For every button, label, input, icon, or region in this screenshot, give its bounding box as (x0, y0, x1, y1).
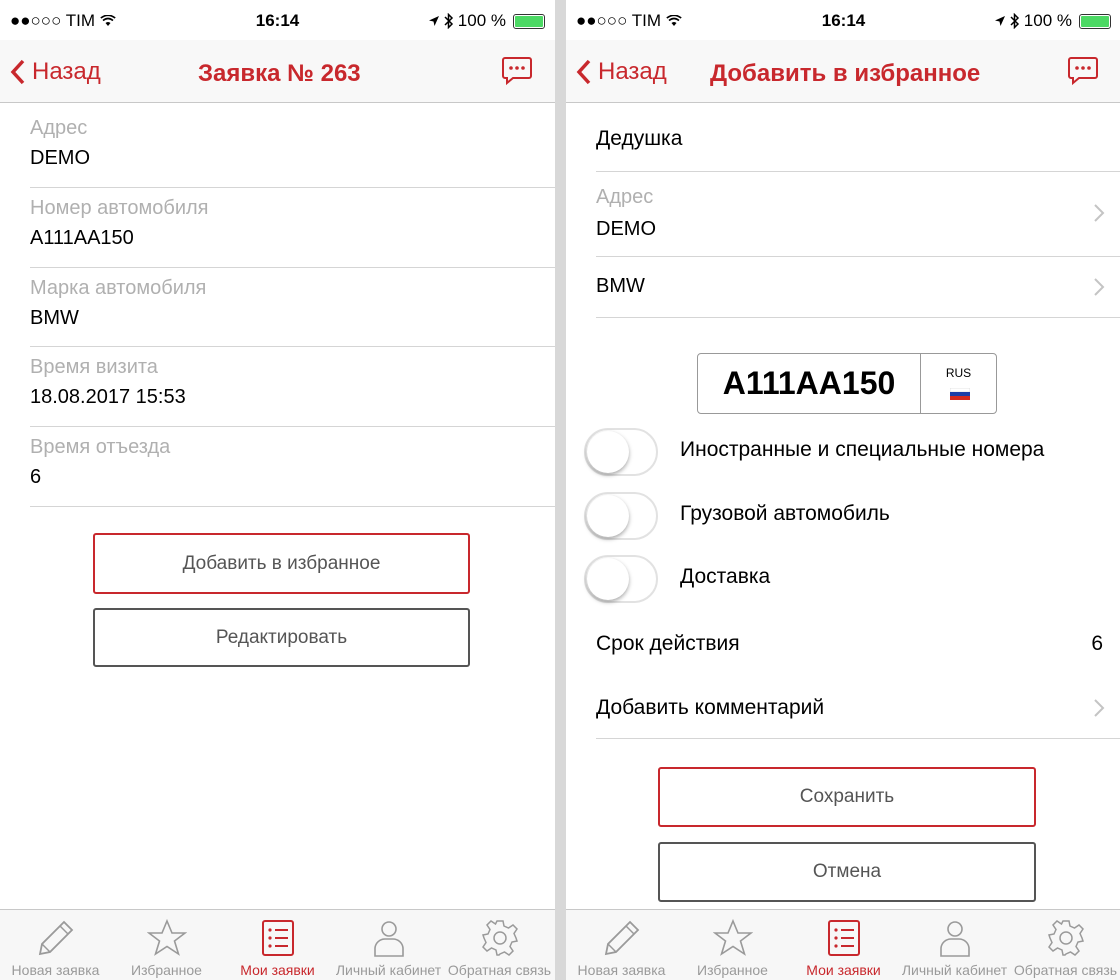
field-value: А111АА150 (30, 227, 134, 249)
field-value: 6 (30, 466, 42, 488)
field-label: Марка автомобиля (30, 277, 207, 299)
field-value: 18.08.2017 15:53 (30, 386, 186, 408)
tab-new-request[interactable]: Новая заявка (566, 910, 677, 980)
field-label: Номер автомобиля (30, 197, 209, 219)
field-label: Время отъезда (30, 436, 171, 458)
favorite-name-field[interactable]: Дедушка (596, 103, 1120, 172)
back-label: Назад (598, 58, 667, 85)
cancel-button[interactable]: Отмена (658, 842, 1036, 902)
tab-account[interactable]: Личный кабинет (899, 910, 1010, 980)
tab-my-requests[interactable]: Мои заявки (788, 910, 899, 980)
status-bar: ●●○○○ TIM 16:14 100 % (0, 0, 555, 40)
star-icon (146, 918, 187, 956)
toggle-label: Иностранные и специальные номера (680, 438, 1045, 461)
navigation-bar: Назад Заявка № 263 (0, 40, 555, 103)
add-to-favorites-button[interactable]: Добавить в избранное (93, 533, 470, 594)
plate-number: А111АА150 (722, 365, 896, 401)
chevron-left-icon (10, 59, 25, 85)
field-value: DEMO (30, 147, 90, 169)
star-icon (712, 918, 753, 956)
save-button[interactable]: Сохранить (658, 767, 1036, 827)
car-brand-row[interactable]: BMW (596, 256, 1120, 318)
bluetooth-icon (444, 13, 453, 29)
add-favorite-screen: ●●○○○ TIM 16:14 100 % Назад Добавить в и… (566, 0, 1120, 980)
tab-new-request[interactable]: Новая заявка (0, 910, 111, 980)
gear-icon (481, 920, 518, 956)
address-label: Адрес (596, 186, 654, 208)
chevron-right-icon (1094, 278, 1105, 296)
tab-bar: Новая заявка Избранное Мои заявки Личный… (0, 909, 555, 980)
validity-value: 6 (1091, 632, 1103, 655)
chat-icon[interactable] (1067, 56, 1099, 86)
battery-icon (1079, 13, 1111, 29)
person-icon (939, 921, 970, 957)
tab-feedback[interactable]: Обратная связь (444, 910, 555, 980)
toggle-truck[interactable] (584, 492, 658, 540)
back-button[interactable]: Назад (576, 58, 667, 86)
field-car-brand: Марка автомобиля BMW (30, 267, 555, 347)
tab-account[interactable]: Личный кабинет (333, 910, 444, 980)
request-details-screen: ●●○○○ TIM 16:14 100 % Назад Заявка № 263… (0, 0, 555, 980)
status-bar: ●●○○○ TIM 16:14 100 % (566, 0, 1120, 40)
page-title: Добавить в избранное (710, 60, 981, 87)
tab-favorites[interactable]: Избранное (111, 910, 222, 980)
page-title: Заявка № 263 (198, 60, 361, 87)
tab-label: Обратная связь (447, 962, 552, 978)
toggle-foreign-plates[interactable] (584, 428, 658, 476)
pencil-icon (38, 920, 73, 956)
field-value: BMW (30, 307, 79, 329)
tab-my-requests[interactable]: Мои заявки (222, 910, 333, 980)
toggle-label: Грузовой автомобиль (680, 502, 890, 525)
tab-bar: Новая заявка Избранное Мои заявки Личный… (566, 909, 1120, 980)
list-icon (261, 920, 294, 956)
gear-icon (1047, 920, 1084, 956)
bluetooth-icon (1010, 13, 1019, 29)
location-arrow-icon (428, 16, 439, 26)
add-comment-label: Добавить комментарий (596, 696, 825, 719)
address-row[interactable]: Адрес DEMO (596, 171, 1120, 257)
field-label: Адрес (30, 117, 88, 139)
chevron-right-icon (1094, 699, 1105, 717)
chevron-left-icon (576, 59, 591, 85)
tab-favorites[interactable]: Избранное (677, 910, 788, 980)
favorite-name: Дедушка (596, 127, 683, 150)
russia-flag-icon (950, 388, 970, 400)
chat-icon[interactable] (501, 56, 533, 86)
address-value: DEMO (596, 218, 656, 240)
field-plate-number: Номер автомобиля А111АА150 (30, 187, 555, 268)
validity-label: Срок действия (596, 632, 740, 655)
add-comment-row[interactable]: Добавить комментарий (596, 674, 1120, 739)
location-arrow-icon (994, 16, 1005, 26)
pencil-icon (604, 920, 639, 956)
toggle-delivery[interactable] (584, 555, 658, 603)
field-visit-time: Время визита 18.08.2017 15:53 (30, 346, 555, 427)
field-departure-time: Время отъезда 6 (30, 426, 555, 507)
battery-percent: 100 % (457, 11, 506, 30)
toggle-label: Доставка (680, 565, 771, 588)
edit-button[interactable]: Редактировать (93, 608, 470, 667)
plate-region: RUS (945, 366, 972, 380)
chevron-right-icon (1094, 204, 1105, 222)
navigation-bar: Назад Добавить в избранное (566, 40, 1120, 103)
list-icon (827, 920, 860, 956)
person-icon (373, 921, 404, 957)
tab-feedback[interactable]: Обратная связь (1010, 910, 1120, 980)
tab-label: Обратная связь (1013, 962, 1118, 978)
car-brand: BMW (596, 275, 645, 297)
back-button[interactable]: Назад (10, 58, 101, 86)
battery-icon (513, 13, 545, 29)
field-label: Время визита (30, 356, 158, 378)
back-label: Назад (32, 58, 101, 85)
field-address: Адрес DEMO (30, 107, 555, 188)
validity-row[interactable]: Срок действия 6 (596, 612, 1120, 674)
license-plate[interactable]: А111АА150 RUS (697, 353, 997, 414)
battery-percent: 100 % (1023, 11, 1072, 30)
